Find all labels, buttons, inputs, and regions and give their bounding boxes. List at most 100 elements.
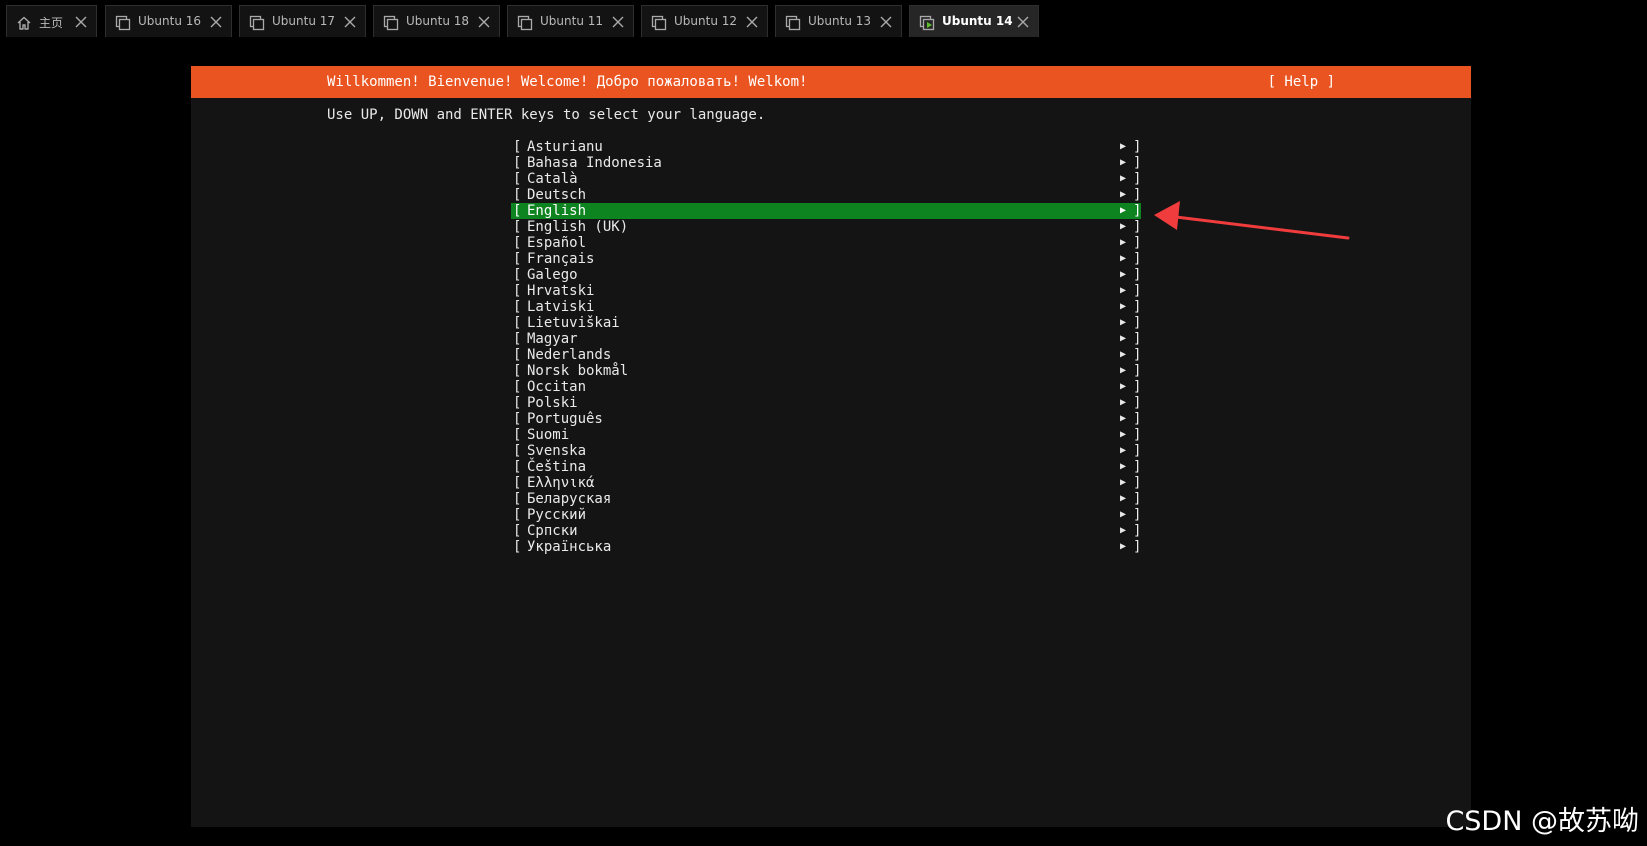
close-bracket: ] (1133, 539, 1142, 555)
language-option[interactable]: [Ελληνικά ▶] (511, 475, 1141, 491)
close-bracket: ] (1133, 427, 1142, 443)
chevron-right-icon: ▶ (1120, 157, 1127, 168)
chevron-right-icon: ▶ (1120, 461, 1127, 472)
close-bracket: ] (1133, 203, 1142, 219)
tab-label: Ubuntu 11 (540, 14, 604, 28)
language-option[interactable]: [Galego ▶] (511, 267, 1141, 283)
tab-7[interactable]: Ubuntu 14 (909, 5, 1039, 37)
close-bracket: ] (1133, 283, 1142, 299)
close-bracket: ] (1133, 331, 1142, 347)
language-option[interactable]: [Latviski ▶] (511, 299, 1141, 315)
open-bracket: [ (513, 187, 522, 203)
language-name: Ελληνικά (527, 475, 595, 491)
vm-icon (249, 15, 265, 31)
tab-0[interactable]: 主页 (6, 5, 97, 37)
vm-console[interactable]: Willkommen! Bienvenue! Welcome! Добро по… (191, 66, 1471, 827)
close-bracket: ] (1133, 219, 1142, 235)
chevron-right-icon: ▶ (1120, 381, 1127, 392)
tab-4[interactable]: Ubuntu 11 (507, 5, 634, 37)
close-bracket: ] (1133, 347, 1142, 363)
language-name: Español (527, 235, 587, 251)
vm-icon (115, 15, 131, 31)
close-icon[interactable] (745, 15, 759, 29)
tab-6[interactable]: Ubuntu 13 (775, 5, 902, 37)
close-bracket: ] (1133, 299, 1142, 315)
close-icon[interactable] (343, 15, 357, 29)
language-option[interactable]: [English (UK) ▶] (511, 219, 1141, 235)
tab-3[interactable]: Ubuntu 18 (373, 5, 500, 37)
language-option[interactable]: [Norsk bokmål ▶] (511, 363, 1141, 379)
language-option[interactable]: [ Deutsch ▶] (511, 187, 1141, 203)
close-bracket: ] (1133, 507, 1142, 523)
language-option[interactable]: [Čeština ▶] (511, 459, 1141, 475)
annotation-arrow (1154, 201, 1350, 240)
tab-label: 主页 (39, 16, 64, 30)
chevron-right-icon: ▶ (1120, 189, 1127, 200)
language-name: Čeština (527, 459, 587, 475)
tab-label: Ubuntu 18 (406, 14, 470, 28)
language-name: Deutsch (527, 187, 587, 203)
vm-icon (785, 15, 801, 31)
language-option[interactable]: [Polski ▶] (511, 395, 1141, 411)
chevron-right-icon: ▶ (1120, 541, 1127, 552)
tab-5[interactable]: Ubuntu 12 (641, 5, 768, 37)
language-option[interactable]: [Српски ▶] (511, 523, 1141, 539)
chevron-right-icon: ▶ (1120, 349, 1127, 360)
language-option[interactable]: [Português ▶] (511, 411, 1141, 427)
language-option[interactable]: [Occitan ▶] (511, 379, 1141, 395)
language-name: Svenska (527, 443, 587, 459)
language-option[interactable]: [Nederlands ▶] (511, 347, 1141, 363)
tab-1[interactable]: Ubuntu 16 (105, 5, 232, 37)
language-name: Українська (527, 539, 612, 555)
help-button[interactable]: [ Help ] (1268, 74, 1335, 90)
close-bracket: ] (1133, 315, 1142, 331)
language-name: Latviski (527, 299, 595, 315)
close-icon[interactable] (1016, 15, 1030, 29)
close-icon[interactable] (477, 15, 491, 29)
close-icon[interactable] (611, 15, 625, 29)
language-name: English (527, 203, 587, 219)
language-list: [Asturianu ▶] [Bahasa Indonesia ▶] [Català ▶]… (511, 139, 1141, 555)
language-option[interactable]: [Lietuviškai ▶] (511, 315, 1141, 331)
chevron-right-icon: ▶ (1120, 413, 1127, 424)
close-icon[interactable] (74, 15, 88, 29)
chevron-right-icon: ▶ (1120, 477, 1127, 488)
open-bracket: [ (513, 539, 522, 555)
language-option[interactable]: [Asturianu ▶] (511, 139, 1141, 155)
vm-icon (383, 15, 399, 31)
open-bracket: [ (513, 267, 522, 283)
installer-header: Willkommen! Bienvenue! Welcome! Добро по… (191, 66, 1471, 98)
language-option[interactable]: [Беларуская ▶] (511, 491, 1141, 507)
language-option[interactable]: [ Українська ▶] (511, 539, 1141, 555)
chevron-right-icon: ▶ (1120, 333, 1127, 344)
language-option[interactable]: [Bahasa Indonesia ▶] (511, 155, 1141, 171)
open-bracket: [ (513, 459, 522, 475)
language-option[interactable]: [Español ▶] (511, 235, 1141, 251)
close-bracket: ] (1133, 187, 1142, 203)
close-icon[interactable] (209, 15, 223, 29)
language-option[interactable]: [Русский ▶] (511, 507, 1141, 523)
language-option[interactable]: [Hrvatski ▶] (511, 283, 1141, 299)
chevron-right-icon: ▶ (1120, 445, 1127, 456)
close-icon[interactable] (879, 15, 893, 29)
language-option[interactable]: [Français ▶] (511, 251, 1141, 267)
chevron-right-icon: ▶ (1120, 429, 1127, 440)
language-name: English (UK) (527, 219, 629, 235)
open-bracket: [ (513, 299, 522, 315)
close-bracket: ] (1133, 395, 1142, 411)
instruction-text: Use UP, DOWN and ENTER keys to select yo… (327, 107, 766, 123)
language-name: Lietuviškai (527, 315, 620, 331)
open-bracket: [ (513, 283, 522, 299)
app-window: 主页 Ubuntu 16 Ubuntu 17 Ubuntu 18 Ubuntu 11 Ub… (0, 0, 1647, 846)
language-option[interactable]: [Suomi ▶] (511, 427, 1141, 443)
language-option[interactable]: [Svenska ▶] (511, 443, 1141, 459)
language-option[interactable]: [Magyar ▶] (511, 331, 1141, 347)
language-name: Occitan (527, 379, 587, 395)
chevron-right-icon: ▶ (1120, 269, 1127, 280)
tab-label: Ubuntu 12 (674, 14, 738, 28)
language-option[interactable]: [Català ▶] (511, 171, 1141, 187)
language-option[interactable]: [English ▶] (511, 203, 1141, 219)
chevron-right-icon: ▶ (1120, 221, 1127, 232)
tab-2[interactable]: Ubuntu 17 (239, 5, 366, 37)
chevron-right-icon: ▶ (1120, 237, 1127, 248)
